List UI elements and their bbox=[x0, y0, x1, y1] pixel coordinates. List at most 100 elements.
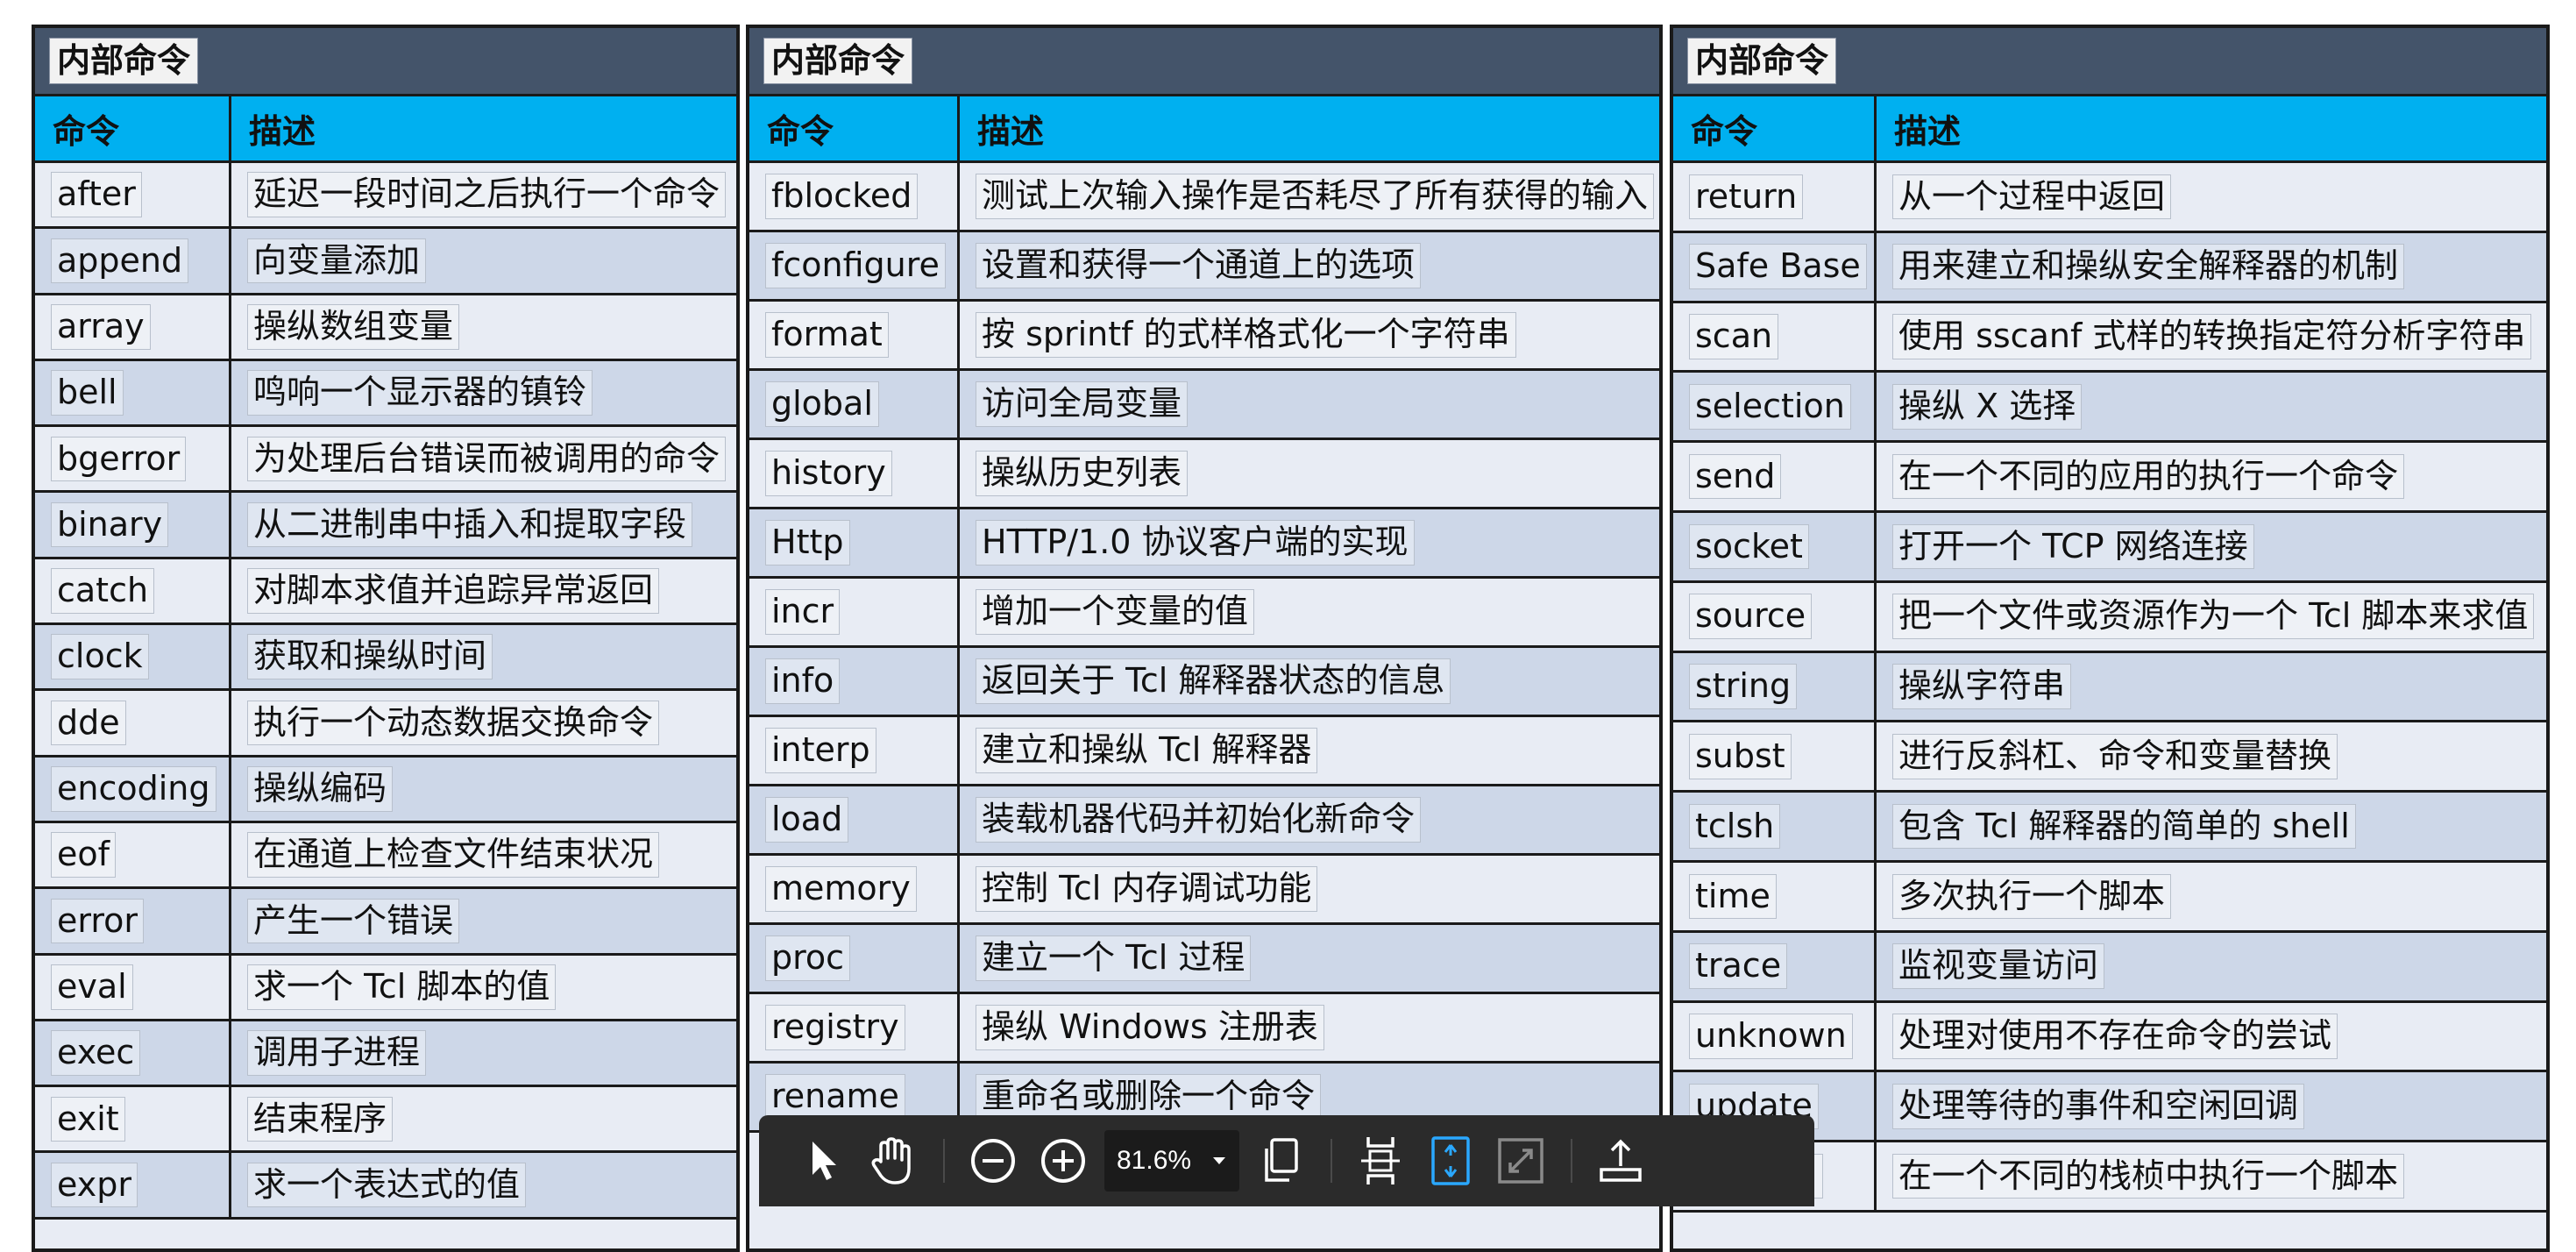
command-description: 包含 Tcl 解释器的简单的 shell bbox=[1892, 803, 2356, 850]
table-row: eof 在通道上检查文件结束状况 bbox=[35, 822, 736, 890]
command-description: HTTP/1.0 协议客户端的实现 bbox=[976, 520, 1415, 566]
chevron-down-icon bbox=[1213, 1157, 1225, 1164]
table-row: expr 求一个表达式的值 bbox=[35, 1153, 736, 1220]
command-description: 测试上次输入操作是否耗尽了所有获得的输入 bbox=[976, 174, 1655, 219]
table-row: send 在一个不同的应用的执行一个命令 bbox=[1673, 443, 2546, 513]
command-description: 设置和获得一个通道上的选项 bbox=[976, 243, 1422, 288]
table-row: after 延迟一段时间之后执行一个命令 bbox=[35, 163, 736, 230]
table-row: info 返回关于 Tcl 解释器状态的信息 bbox=[749, 648, 1659, 717]
command-cell: interp bbox=[749, 717, 960, 784]
command-cell: trace bbox=[1673, 932, 1877, 1000]
table-title-text: 内部命令 bbox=[1687, 37, 1837, 85]
zoom-level-dropdown[interactable]: 81.6% bbox=[1104, 1130, 1239, 1192]
command-name: Safe Base bbox=[1689, 244, 1867, 289]
command-description: 操纵 Windows 注册表 bbox=[976, 1005, 1324, 1050]
zoom-out-icon[interactable] bbox=[964, 1132, 1022, 1190]
command-name: global bbox=[765, 381, 879, 427]
command-description: 操纵数组变量 bbox=[247, 303, 460, 350]
command-name: eof bbox=[51, 832, 117, 878]
command-description: 为处理后台错误而被调用的命令 bbox=[247, 436, 727, 482]
fit-page-icon[interactable] bbox=[1422, 1132, 1480, 1190]
description-cell: 产生一个错误 bbox=[231, 889, 460, 952]
table-row: subst 进行反斜杠、命令和变量替换 bbox=[1673, 722, 2546, 793]
command-name: error bbox=[51, 898, 144, 944]
fit-height-icon[interactable] bbox=[1352, 1132, 1409, 1190]
table-row: Safe Base 用来建立和操纵安全解释器的机制 bbox=[1673, 232, 2546, 303]
table-row: exec 调用子进程 bbox=[35, 1021, 736, 1088]
command-description: 监视变量访问 bbox=[1892, 943, 2105, 989]
command-description: 使用 sscanf 式样的转换指定符分析字符串 bbox=[1892, 314, 2532, 359]
description-cell: 在通道上检查文件结束状况 bbox=[231, 823, 660, 886]
table-row: eval 求一个 Tcl 脚本的值 bbox=[35, 955, 736, 1021]
description-cell: 处理等待的事件和空闲回调 bbox=[1877, 1072, 2305, 1140]
table-row: proc 建立一个 Tcl 过程 bbox=[749, 925, 1659, 994]
command-name: incr bbox=[765, 589, 841, 635]
command-description: 进行反斜杠、命令和变量替换 bbox=[1892, 733, 2338, 779]
command-name: exit bbox=[51, 1096, 125, 1142]
description-cell: 用来建立和操纵安全解释器的机制 bbox=[1877, 233, 2405, 301]
description-cell: 获取和操纵时间 bbox=[231, 625, 493, 688]
command-description: 对脚本求值并追踪异常返回 bbox=[247, 568, 660, 614]
description-cell: 增加一个变量的值 bbox=[960, 579, 1255, 645]
command-description: 在一个不同的应用的执行一个命令 bbox=[1892, 453, 2405, 500]
table-row: array 操纵数组变量 bbox=[35, 295, 736, 361]
command-description: 向变量添加 bbox=[247, 238, 427, 284]
commands-table-1: 内部命令 命令 描述 after 延迟一段时间之后执行一个命令 append 向变量添… bbox=[32, 25, 740, 1252]
command-name: subst bbox=[1689, 733, 1792, 779]
copy-pages-icon[interactable] bbox=[1252, 1132, 1309, 1190]
description-cell: 对脚本求值并追踪异常返回 bbox=[231, 559, 660, 622]
table-row: unknown 处理对使用不存在命令的尝试 bbox=[1673, 1002, 2546, 1073]
command-name: tclsh bbox=[1689, 803, 1781, 850]
description-cell: 为处理后台错误而被调用的命令 bbox=[231, 427, 727, 490]
command-description: 重命名或删除一个命令 bbox=[976, 1074, 1322, 1120]
select-arrow-icon[interactable] bbox=[794, 1132, 852, 1190]
description-cell: 调用子进程 bbox=[231, 1021, 427, 1085]
command-description: 操纵编码 bbox=[247, 766, 394, 812]
table-row: dde 执行一个动态数据交换命令 bbox=[35, 691, 736, 758]
command-description: 按 sprintf 的式样格式化一个字符串 bbox=[976, 312, 1516, 358]
command-description: 调用子进程 bbox=[247, 1030, 427, 1076]
table-title: 内部命令 bbox=[1673, 28, 2546, 96]
command-name: info bbox=[765, 658, 841, 704]
command-cell: binary bbox=[35, 493, 231, 557]
zoom-in-icon[interactable] bbox=[1034, 1132, 1092, 1190]
table-row: history 操纵历史列表 bbox=[749, 440, 1659, 509]
command-description: 获取和操纵时间 bbox=[247, 634, 493, 680]
commands-table-2: 内部命令 命令 描述 fblocked 测试上次输入操作是否耗尽了所有获得的输入 f… bbox=[746, 25, 1663, 1252]
table-row: socket 打开一个 TCP 网络连接 bbox=[1673, 512, 2546, 583]
command-name: interp bbox=[765, 728, 876, 773]
command-name: binary bbox=[51, 502, 169, 548]
table-row: trace 监视变量访问 bbox=[1673, 932, 2546, 1003]
command-name: proc bbox=[765, 935, 851, 981]
description-cell: 求一个表达式的值 bbox=[231, 1153, 527, 1216]
command-description: 从二进制串中插入和提取字段 bbox=[247, 502, 693, 548]
command-cell: Safe Base bbox=[1673, 232, 1877, 301]
hand-pan-icon[interactable] bbox=[864, 1132, 922, 1190]
command-description: 操纵字符串 bbox=[1892, 664, 2072, 709]
command-name: append bbox=[51, 238, 189, 284]
share-upload-icon[interactable] bbox=[1592, 1132, 1650, 1190]
table-row: fblocked 测试上次输入操作是否耗尽了所有获得的输入 bbox=[749, 163, 1659, 232]
description-cell: 包含 Tcl 解释器的简单的 shell bbox=[1877, 793, 2356, 860]
command-cell: incr bbox=[749, 579, 960, 645]
fullscreen-icon[interactable] bbox=[1492, 1132, 1550, 1190]
command-name: array bbox=[51, 303, 151, 350]
description-cell: 监视变量访问 bbox=[1877, 933, 2105, 1000]
description-cell: 操纵数组变量 bbox=[231, 295, 460, 359]
table-row: selection 操纵 X 选择 bbox=[1673, 373, 2546, 444]
command-name: fblocked bbox=[765, 174, 919, 219]
command-description: 多次执行一个脚本 bbox=[1892, 873, 2172, 920]
command-cell: memory bbox=[749, 856, 960, 922]
command-name: selection bbox=[1689, 383, 1851, 430]
command-name: trace bbox=[1689, 943, 1788, 989]
table-row: binary 从二进制串中插入和提取字段 bbox=[35, 493, 736, 559]
command-cell: send bbox=[1673, 443, 1877, 510]
command-name: catch bbox=[51, 568, 155, 614]
command-cell: array bbox=[35, 295, 231, 359]
description-cell: 装载机器代码并初始化新命令 bbox=[960, 786, 1422, 853]
command-cell: tclsh bbox=[1673, 793, 1877, 860]
command-description: 延迟一段时间之后执行一个命令 bbox=[247, 172, 727, 217]
header-command: 命令 bbox=[749, 96, 960, 160]
description-cell: 按 sprintf 的式样格式化一个字符串 bbox=[960, 302, 1516, 368]
description-cell: 向变量添加 bbox=[231, 229, 427, 292]
